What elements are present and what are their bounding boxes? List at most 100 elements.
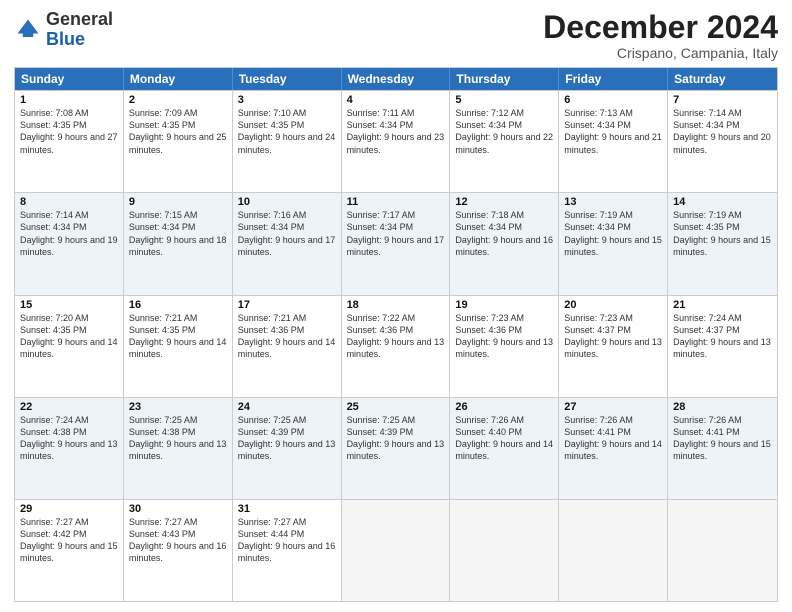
day-number: 22 xyxy=(20,401,118,413)
sunrise-text: Sunrise: 7:23 AM xyxy=(564,312,662,324)
cal-header-saturday: Saturday xyxy=(668,68,777,90)
cal-cell-empty xyxy=(559,500,668,601)
day-number: 19 xyxy=(455,299,553,311)
day-number: 9 xyxy=(129,196,227,208)
sunset-text: Sunset: 4:41 PM xyxy=(564,426,662,438)
sunrise-text: Sunrise: 7:25 AM xyxy=(129,414,227,426)
cal-header-sunday: Sunday xyxy=(15,68,124,90)
day-number: 23 xyxy=(129,401,227,413)
calendar-week-3: 22Sunrise: 7:24 AMSunset: 4:38 PMDayligh… xyxy=(15,397,777,499)
daylight-text: Daylight: 9 hours and 15 minutes. xyxy=(673,234,772,258)
daylight-text: Daylight: 9 hours and 13 minutes. xyxy=(347,438,445,462)
sunrise-text: Sunrise: 7:24 AM xyxy=(673,312,772,324)
cal-cell-day-13: 13Sunrise: 7:19 AMSunset: 4:34 PMDayligh… xyxy=(559,193,668,294)
cal-cell-empty xyxy=(342,500,451,601)
cal-cell-day-24: 24Sunrise: 7:25 AMSunset: 4:39 PMDayligh… xyxy=(233,398,342,499)
sunset-text: Sunset: 4:34 PM xyxy=(673,119,772,131)
sunrise-text: Sunrise: 7:14 AM xyxy=(673,107,772,119)
daylight-text: Daylight: 9 hours and 27 minutes. xyxy=(20,131,118,155)
sunrise-text: Sunrise: 7:15 AM xyxy=(129,209,227,221)
daylight-text: Daylight: 9 hours and 23 minutes. xyxy=(347,131,445,155)
cal-cell-day-25: 25Sunrise: 7:25 AMSunset: 4:39 PMDayligh… xyxy=(342,398,451,499)
day-number: 2 xyxy=(129,94,227,106)
daylight-text: Daylight: 9 hours and 13 minutes. xyxy=(20,438,118,462)
day-number: 13 xyxy=(564,196,662,208)
sunrise-text: Sunrise: 7:26 AM xyxy=(564,414,662,426)
sunset-text: Sunset: 4:35 PM xyxy=(673,221,772,233)
sunset-text: Sunset: 4:34 PM xyxy=(455,119,553,131)
sunrise-text: Sunrise: 7:19 AM xyxy=(564,209,662,221)
sunset-text: Sunset: 4:34 PM xyxy=(20,221,118,233)
daylight-text: Daylight: 9 hours and 18 minutes. xyxy=(129,234,227,258)
sunset-text: Sunset: 4:34 PM xyxy=(564,221,662,233)
sunrise-text: Sunrise: 7:21 AM xyxy=(238,312,336,324)
cal-cell-day-31: 31Sunrise: 7:27 AMSunset: 4:44 PMDayligh… xyxy=(233,500,342,601)
sunset-text: Sunset: 4:34 PM xyxy=(564,119,662,131)
sunrise-text: Sunrise: 7:27 AM xyxy=(20,516,118,528)
day-number: 15 xyxy=(20,299,118,311)
day-number: 31 xyxy=(238,503,336,515)
day-number: 24 xyxy=(238,401,336,413)
daylight-text: Daylight: 9 hours and 15 minutes. xyxy=(20,540,118,564)
daylight-text: Daylight: 9 hours and 14 minutes. xyxy=(455,438,553,462)
cal-cell-day-21: 21Sunrise: 7:24 AMSunset: 4:37 PMDayligh… xyxy=(668,296,777,397)
sunset-text: Sunset: 4:35 PM xyxy=(129,119,227,131)
cal-cell-day-26: 26Sunrise: 7:26 AMSunset: 4:40 PMDayligh… xyxy=(450,398,559,499)
cal-header-thursday: Thursday xyxy=(450,68,559,90)
sunset-text: Sunset: 4:43 PM xyxy=(129,528,227,540)
day-number: 26 xyxy=(455,401,553,413)
cal-cell-day-1: 1Sunrise: 7:08 AMSunset: 4:35 PMDaylight… xyxy=(15,91,124,192)
sunset-text: Sunset: 4:36 PM xyxy=(238,324,336,336)
daylight-text: Daylight: 9 hours and 21 minutes. xyxy=(564,131,662,155)
cal-cell-day-30: 30Sunrise: 7:27 AMSunset: 4:43 PMDayligh… xyxy=(124,500,233,601)
cal-header-monday: Monday xyxy=(124,68,233,90)
day-number: 5 xyxy=(455,94,553,106)
cal-header-wednesday: Wednesday xyxy=(342,68,451,90)
day-number: 14 xyxy=(673,196,772,208)
cal-cell-day-11: 11Sunrise: 7:17 AMSunset: 4:34 PMDayligh… xyxy=(342,193,451,294)
sunrise-text: Sunrise: 7:10 AM xyxy=(238,107,336,119)
sunrise-text: Sunrise: 7:25 AM xyxy=(347,414,445,426)
cal-cell-day-5: 5Sunrise: 7:12 AMSunset: 4:34 PMDaylight… xyxy=(450,91,559,192)
sunrise-text: Sunrise: 7:21 AM xyxy=(129,312,227,324)
month-title: December 2024 xyxy=(543,10,778,45)
sunrise-text: Sunrise: 7:19 AM xyxy=(673,209,772,221)
daylight-text: Daylight: 9 hours and 14 minutes. xyxy=(129,336,227,360)
sunset-text: Sunset: 4:35 PM xyxy=(20,324,118,336)
logo-icon xyxy=(14,16,42,44)
cal-cell-day-18: 18Sunrise: 7:22 AMSunset: 4:36 PMDayligh… xyxy=(342,296,451,397)
sunset-text: Sunset: 4:42 PM xyxy=(20,528,118,540)
calendar-week-2: 15Sunrise: 7:20 AMSunset: 4:35 PM Dayligh… xyxy=(15,295,777,397)
daylight-text: Daylight: 9 hours and 13 minutes. xyxy=(129,438,227,462)
sunrise-text: Sunrise: 7:27 AM xyxy=(238,516,336,528)
cal-cell-day-23: 23Sunrise: 7:25 AMSunset: 4:38 PMDayligh… xyxy=(124,398,233,499)
daylight-text: Daylight: 9 hours and 13 minutes. xyxy=(564,336,662,360)
sunset-text: Sunset: 4:34 PM xyxy=(347,119,445,131)
title-block: December 2024 Crispano, Campania, Italy xyxy=(543,10,778,61)
sunrise-text: Sunrise: 7:22 AM xyxy=(347,312,445,324)
sunrise-text: Sunrise: 7:16 AM xyxy=(238,209,336,221)
daylight-text: Daylight: 9 hours and 19 minutes. xyxy=(20,234,118,258)
day-number: 20 xyxy=(564,299,662,311)
sunset-text: Sunset: 4:40 PM xyxy=(455,426,553,438)
sunrise-text: Sunrise: 7:20 AM xyxy=(20,312,118,324)
cal-cell-day-3: 3Sunrise: 7:10 AMSunset: 4:35 PMDaylight… xyxy=(233,91,342,192)
day-number: 18 xyxy=(347,299,445,311)
sunset-text: Sunset: 4:36 PM xyxy=(455,324,553,336)
cal-cell-empty xyxy=(668,500,777,601)
sunset-text: Sunset: 4:34 PM xyxy=(129,221,227,233)
sunset-text: Sunset: 4:34 PM xyxy=(238,221,336,233)
sunset-text: Sunset: 4:35 PM xyxy=(20,119,118,131)
sunset-text: Sunset: 4:39 PM xyxy=(347,426,445,438)
sunrise-text: Sunrise: 7:23 AM xyxy=(455,312,553,324)
sunrise-text: Sunrise: 7:18 AM xyxy=(455,209,553,221)
cal-cell-day-7: 7Sunrise: 7:14 AMSunset: 4:34 PMDaylight… xyxy=(668,91,777,192)
day-number: 29 xyxy=(20,503,118,515)
cal-cell-day-22: 22Sunrise: 7:24 AMSunset: 4:38 PMDayligh… xyxy=(15,398,124,499)
day-number: 12 xyxy=(455,196,553,208)
cal-cell-day-6: 6Sunrise: 7:13 AMSunset: 4:34 PMDaylight… xyxy=(559,91,668,192)
location-subtitle: Crispano, Campania, Italy xyxy=(543,45,778,61)
daylight-text: Daylight: 9 hours and 14 minutes. xyxy=(238,336,336,360)
logo-text: General Blue xyxy=(46,10,113,50)
cal-cell-day-4: 4Sunrise: 7:11 AMSunset: 4:34 PMDaylight… xyxy=(342,91,451,192)
